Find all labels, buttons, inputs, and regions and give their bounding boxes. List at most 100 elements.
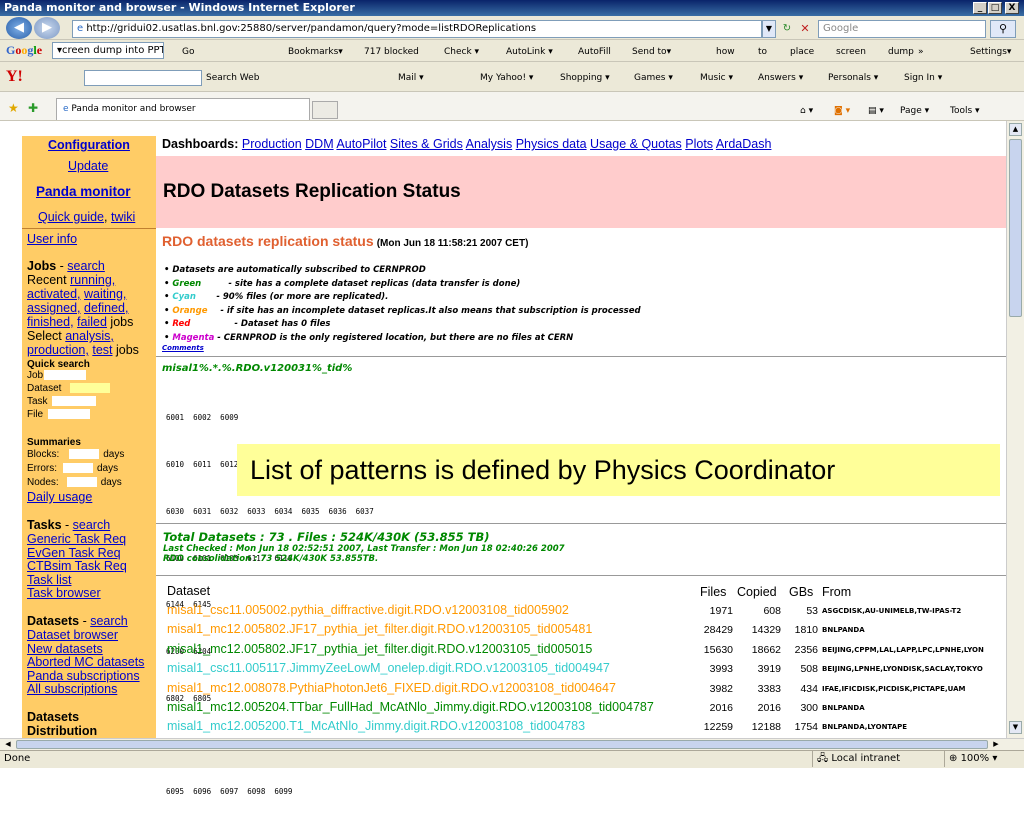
errors-days-input[interactable] [63,463,93,474]
highlight-to-button[interactable]: to [758,45,767,59]
scroll-left-icon[interactable]: ◀ [2,739,14,750]
autolink-button[interactable]: AutoLink ▾ [506,45,553,59]
task-browser-link[interactable]: Task browser [27,587,157,600]
tab-panda-monitor[interactable]: e Panda monitor and browser [56,98,310,120]
games-button[interactable]: Games ▾ [634,71,673,85]
dash-ddm-link[interactable]: DDM [305,137,333,151]
jobs-search-link[interactable]: search [67,259,105,273]
shopping-button[interactable]: Shopping ▾ [560,71,610,85]
refresh-icon[interactable]: ↻ [778,20,796,38]
toolbar-overflow-button[interactable]: » [918,45,924,59]
stop-icon[interactable]: ✕ [796,20,814,38]
music-button[interactable]: Music ▾ [700,71,733,85]
dataset-browser-link[interactable]: Dataset browser [27,629,157,642]
dataset-name-link[interactable]: misal1_mc12.005802.JF17_pythia_jet_filte… [167,642,592,656]
my-yahoo-button[interactable]: My Yahoo! ▾ [480,71,533,85]
running-link[interactable]: running, [70,273,115,287]
quick-guide-link[interactable]: Quick guide [38,210,104,224]
comments-link[interactable]: Comments [162,344,204,352]
assigned-link[interactable]: assigned, [27,301,81,315]
highlight-dump-button[interactable]: dump [888,45,914,59]
scroll-up-icon[interactable]: ▲ [1009,123,1022,136]
spell-check-button[interactable]: Check ▾ [444,45,479,59]
qs-job-input[interactable] [44,370,86,380]
blocks-days-input[interactable] [69,449,100,460]
maximize-button[interactable]: □ [988,2,1002,14]
page-menu[interactable]: Page ▾ [900,104,929,118]
tools-menu[interactable]: Tools ▾ [950,104,980,118]
defined-link[interactable]: defined, [84,301,128,315]
dash-physics-data-link[interactable]: Physics data [516,137,587,151]
dataset-name-link[interactable]: misal1_csc11.005117.JimmyZeeLowM_onelep.… [167,661,610,675]
vertical-scrollbar[interactable]: ▲ ▼ [1006,121,1024,738]
favorites-star-icon[interactable]: ★ [8,101,19,115]
dash-ardadash-link[interactable]: ArdaDash [716,137,772,151]
configuration-link[interactable]: Configuration [48,139,178,152]
send-to-button[interactable]: Send to▾ [632,45,671,59]
datasets-search-link[interactable]: search [90,614,128,628]
sign-in-button[interactable]: Sign In ▾ [904,71,942,85]
forward-button[interactable]: ▶ [34,17,60,39]
mail-button[interactable]: Mail ▾ [398,71,424,85]
ctbsim-task-req-link[interactable]: CTBsim Task Req [27,560,157,573]
qs-file-input[interactable] [48,409,90,419]
answers-button[interactable]: Answers ▾ [758,71,803,85]
scroll-thumb[interactable] [1009,139,1022,317]
search-icon[interactable]: ⚲ [990,20,1016,38]
google-search-input[interactable]: ▾creen dump into PPT [52,42,164,59]
dash-plots-link[interactable]: Plots [685,137,713,151]
dash-production-link[interactable]: Production [242,137,302,151]
failed-link[interactable]: failed [77,315,107,329]
generic-task-req-link[interactable]: Generic Task Req [27,533,157,546]
aborted-mc-datasets-link[interactable]: Aborted MC datasets [27,656,157,669]
horizontal-scrollbar[interactable]: ◀ ▶ [0,738,1024,750]
all-subscriptions-link[interactable]: All subscriptions [27,683,157,696]
highlight-place-button[interactable]: place [790,45,814,59]
dataset-name-link[interactable]: misal1_mc12.005204.TTbar_FullHad_McAtNlo… [167,700,654,714]
hscroll-thumb[interactable] [16,740,988,749]
search-web-button[interactable]: Search Web [206,71,259,85]
zoom-control[interactable]: ⊕ 100% ▾ [944,751,997,767]
print-icon[interactable]: ▤ ▾ [868,104,884,118]
nodes-days-input[interactable] [66,477,97,488]
dataset-name-link[interactable]: misal1_csc11.005002.pythia_diffractive.d… [167,603,569,617]
panda-monitor-link[interactable]: Panda monitor [36,185,166,199]
personals-button[interactable]: Personals ▾ [828,71,878,85]
dataset-name-link[interactable]: misal1_mc12.008078.PythiaPhotonJet6_FIXE… [167,681,616,695]
highlight-how-button[interactable]: how [716,45,735,59]
analysis-jobs-link[interactable]: analysis, [65,329,114,343]
bookmarks-button[interactable]: Bookmarks▾ [288,45,343,59]
activated-link[interactable]: activated, [27,287,81,301]
home-icon[interactable]: ⌂ ▾ [800,104,813,118]
autofill-button[interactable]: AutoFill [578,45,611,59]
address-dropdown-icon[interactable]: ▼ [762,20,776,38]
waiting-link[interactable]: waiting, [84,287,126,301]
dataset-name-link[interactable]: misal1_mc12.005200.T1_McAtNlo_Jimmy.digi… [167,719,585,733]
settings-button[interactable]: Settings▾ [970,45,1011,59]
back-button[interactable]: ◀ [6,17,32,39]
address-input[interactable]: e http://gridui02.usatlas.bnl.gov:25880/… [72,20,762,38]
dash-analysis-link[interactable]: Analysis [466,137,513,151]
production-jobs-link[interactable]: production, [27,343,89,357]
dash-sites-grids-link[interactable]: Sites & Grids [390,137,463,151]
dash-autopilot-link[interactable]: AutoPilot [336,137,386,151]
minimize-button[interactable]: _ [973,2,987,14]
user-info-link[interactable]: User info [27,233,157,246]
google-go-button[interactable]: Go [182,45,194,59]
tasks-search-link[interactable]: search [73,518,111,532]
qs-dataset-input[interactable] [70,383,110,393]
yahoo-search-input[interactable] [84,70,202,86]
test-jobs-link[interactable]: test [92,343,112,357]
scroll-right-icon[interactable]: ▶ [990,739,1002,750]
feeds-icon[interactable]: ◙ ▾ [834,104,850,118]
twiki-link[interactable]: twiki [111,210,135,224]
highlight-screen-button[interactable]: screen [836,45,866,59]
qs-task-input[interactable] [52,396,96,406]
dash-usage-quotas-link[interactable]: Usage & Quotas [590,137,682,151]
add-favorites-icon[interactable]: ✚ [28,101,38,115]
search-box[interactable]: Google [818,20,986,38]
dataset-name-link[interactable]: misal1_mc12.005802.JF17_pythia_jet_filte… [167,622,592,636]
new-tab-button[interactable] [312,101,338,119]
daily-usage-link[interactable]: Daily usage [27,491,157,504]
close-window-button[interactable]: X [1005,2,1019,14]
